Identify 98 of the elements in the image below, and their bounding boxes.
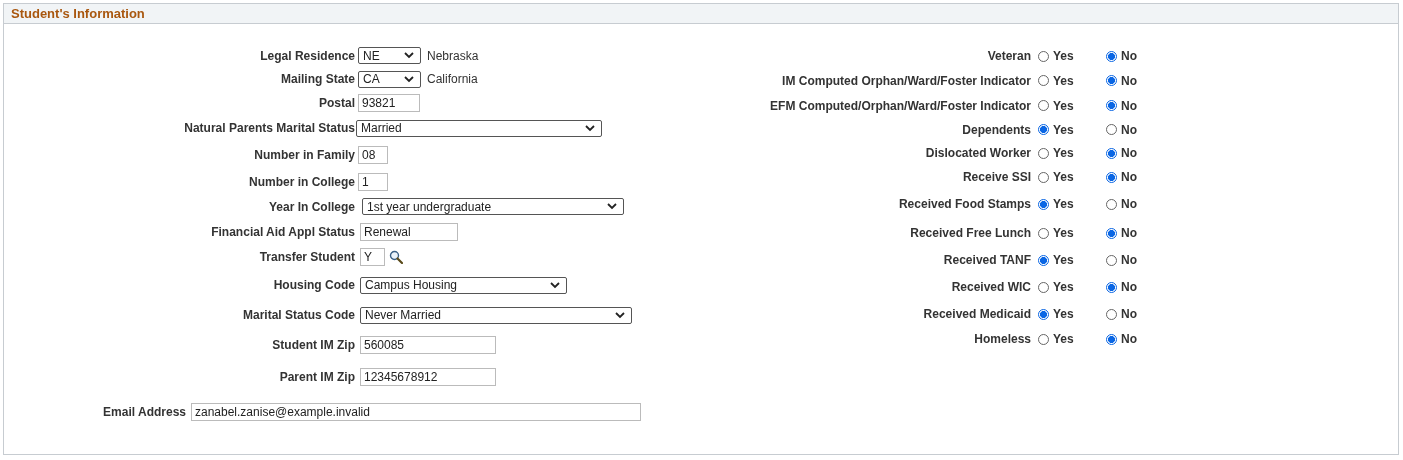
- chevron-down-icon: [607, 203, 617, 210]
- radio-button[interactable]: [1038, 308, 1049, 320]
- indicator-label: Received Medicaid: [922, 307, 1032, 321]
- option-label[interactable]: Yes: [1053, 98, 1074, 113]
- field-label: Legal Residence: [259, 48, 356, 63]
- option-label[interactable]: Yes: [1053, 226, 1074, 240]
- option-label[interactable]: No: [1121, 197, 1137, 211]
- option-label[interactable]: No: [1121, 73, 1137, 88]
- input-field[interactable]: Renewal: [360, 222, 458, 241]
- field-label: Mailing State: [280, 72, 356, 86]
- dropdown[interactable]: Campus Housing: [360, 276, 567, 294]
- input-field[interactable]: 1: [358, 172, 388, 191]
- chevron-down-icon: [404, 75, 414, 83]
- indicator-label: Received Free Lunch: [909, 226, 1032, 240]
- option-label[interactable]: Yes: [1053, 170, 1074, 184]
- radio-button[interactable]: [1038, 254, 1049, 266]
- field-label: Postal: [318, 96, 356, 110]
- field-label: Number in College: [248, 174, 356, 189]
- indicator-label: Received Food Stamps: [897, 197, 1032, 211]
- chevron-down-icon: [404, 52, 414, 59]
- radio-button[interactable]: [1038, 124, 1049, 135]
- state-name: Nebraska: [427, 48, 479, 63]
- input-field[interactable]: 93821: [358, 94, 420, 112]
- radio-button[interactable]: [1106, 171, 1117, 183]
- option-label[interactable]: Yes: [1053, 280, 1074, 294]
- option-label[interactable]: No: [1121, 226, 1137, 240]
- field-label: Student IM Zip: [271, 338, 356, 352]
- radio-button[interactable]: [1038, 147, 1049, 159]
- dropdown[interactable]: Married: [356, 119, 602, 137]
- option-label[interactable]: No: [1121, 49, 1137, 63]
- field-label: Housing Code: [272, 278, 356, 292]
- field-label: Transfer Student: [258, 250, 356, 264]
- radio-button[interactable]: [1106, 124, 1117, 135]
- radio-button[interactable]: [1038, 198, 1049, 210]
- input-field[interactable]: Y: [360, 248, 385, 266]
- field-label: Number in Family: [253, 148, 356, 162]
- radio-button[interactable]: [1106, 281, 1117, 293]
- field-label: Parent IM Zip: [278, 370, 356, 384]
- panel-title: Student's Information: [11, 6, 145, 21]
- option-label[interactable]: Yes: [1053, 73, 1074, 88]
- option-label[interactable]: Yes: [1053, 146, 1074, 160]
- input-field[interactable]: 08: [358, 146, 388, 164]
- indicator-label: Dislocated Worker: [924, 146, 1032, 160]
- input-field[interactable]: 12345678912: [360, 368, 496, 386]
- indicator-label: Homeless: [973, 332, 1032, 346]
- option-label[interactable]: No: [1121, 146, 1137, 160]
- option-label[interactable]: No: [1121, 280, 1137, 294]
- option-label[interactable]: Yes: [1053, 332, 1074, 346]
- option-label[interactable]: No: [1121, 122, 1137, 137]
- radio-button[interactable]: [1106, 198, 1117, 210]
- radio-button[interactable]: [1038, 281, 1049, 293]
- input-field[interactable]: 560085: [360, 336, 496, 354]
- radio-button[interactable]: [1106, 227, 1117, 239]
- radio-button[interactable]: [1038, 333, 1049, 345]
- field-label: Marital Status Code: [241, 308, 356, 322]
- indicator-label: Dependents: [961, 122, 1032, 137]
- dropdown[interactable]: 1st year undergraduate: [362, 198, 624, 215]
- radio-button[interactable]: [1106, 308, 1117, 320]
- radio-button[interactable]: [1106, 254, 1117, 266]
- chevron-down-icon: [550, 281, 560, 289]
- radio-button[interactable]: [1038, 75, 1049, 86]
- option-label[interactable]: No: [1121, 170, 1137, 184]
- radio-button[interactable]: [1106, 100, 1117, 111]
- option-label[interactable]: No: [1121, 253, 1137, 267]
- indicator-label: Receive SSI: [961, 170, 1032, 184]
- option-label[interactable]: Yes: [1053, 307, 1074, 321]
- state-name: California: [427, 72, 478, 86]
- input-field[interactable]: zanabel.zanise@example.invalid: [191, 403, 641, 421]
- search-icon: [389, 250, 403, 264]
- option-label[interactable]: Yes: [1053, 253, 1074, 267]
- chevron-down-icon: [615, 311, 625, 319]
- indicator-label: Received TANF: [942, 253, 1032, 267]
- indicator-label: IM Computed Orphan/Ward/Foster Indicator: [781, 73, 1032, 88]
- option-label[interactable]: Yes: [1053, 197, 1074, 211]
- dropdown[interactable]: NE: [358, 47, 421, 64]
- dropdown[interactable]: Never Married: [360, 306, 632, 324]
- radio-button[interactable]: [1106, 333, 1117, 345]
- dropdown[interactable]: CA: [358, 70, 421, 88]
- field-label: Email Address: [102, 405, 187, 419]
- indicator-label: Received WIC: [950, 280, 1032, 294]
- indicator-label: Veteran: [986, 49, 1032, 63]
- radio-button[interactable]: [1106, 147, 1117, 159]
- option-label[interactable]: No: [1121, 332, 1137, 346]
- field-label: Year In College: [267, 199, 356, 214]
- indicator-label: EFM Computed/Orphan/Ward/Foster Indicator: [769, 98, 1032, 113]
- radio-button[interactable]: [1038, 171, 1049, 183]
- chevron-down-icon: [585, 124, 595, 132]
- radio-button[interactable]: [1106, 75, 1117, 86]
- option-label[interactable]: No: [1121, 98, 1137, 113]
- option-label[interactable]: Yes: [1053, 49, 1074, 63]
- option-label[interactable]: Yes: [1053, 122, 1074, 137]
- radio-button[interactable]: [1038, 50, 1049, 62]
- radio-button[interactable]: [1038, 100, 1049, 111]
- field-label: Natural Parents Marital Status: [183, 121, 356, 135]
- radio-button[interactable]: [1106, 50, 1117, 62]
- option-label[interactable]: No: [1121, 307, 1137, 321]
- radio-button[interactable]: [1038, 227, 1049, 239]
- field-label: Financial Aid Appl Status: [210, 224, 356, 239]
